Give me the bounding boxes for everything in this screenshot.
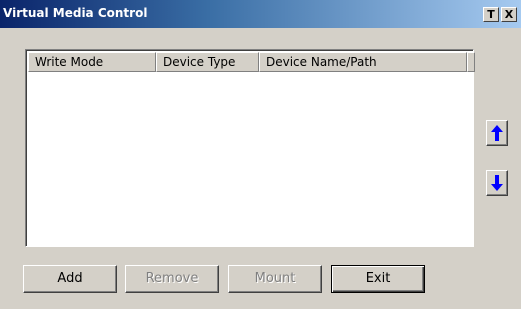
column-header-device-type[interactable]: Device Type <box>156 52 259 72</box>
column-header-filler <box>467 52 475 72</box>
arrow-down-icon <box>491 175 503 191</box>
mount-button[interactable]: Mount <box>228 265 322 293</box>
list-header: Write Mode Device Type Device Name/Path <box>28 52 475 72</box>
column-header-write-mode[interactable]: Write Mode <box>28 52 156 72</box>
move-down-button[interactable] <box>486 170 508 196</box>
title-bar[interactable]: Virtual Media Control T X <box>0 0 521 28</box>
exit-button[interactable]: Exit <box>331 265 425 293</box>
remove-button[interactable]: Remove <box>125 265 219 293</box>
window-title: Virtual Media Control <box>3 6 148 20</box>
arrow-up-icon <box>491 125 503 141</box>
column-header-device-name-path[interactable]: Device Name/Path <box>259 52 467 72</box>
move-up-button[interactable] <box>486 120 508 146</box>
pin-button[interactable]: T <box>483 7 499 22</box>
add-button[interactable]: Add <box>23 265 117 293</box>
virtual-media-control-window: Virtual Media Control T X Write Mode Dev… <box>0 0 521 309</box>
device-list[interactable]: Write Mode Device Type Device Name/Path <box>25 49 475 247</box>
close-button[interactable]: X <box>501 7 517 22</box>
